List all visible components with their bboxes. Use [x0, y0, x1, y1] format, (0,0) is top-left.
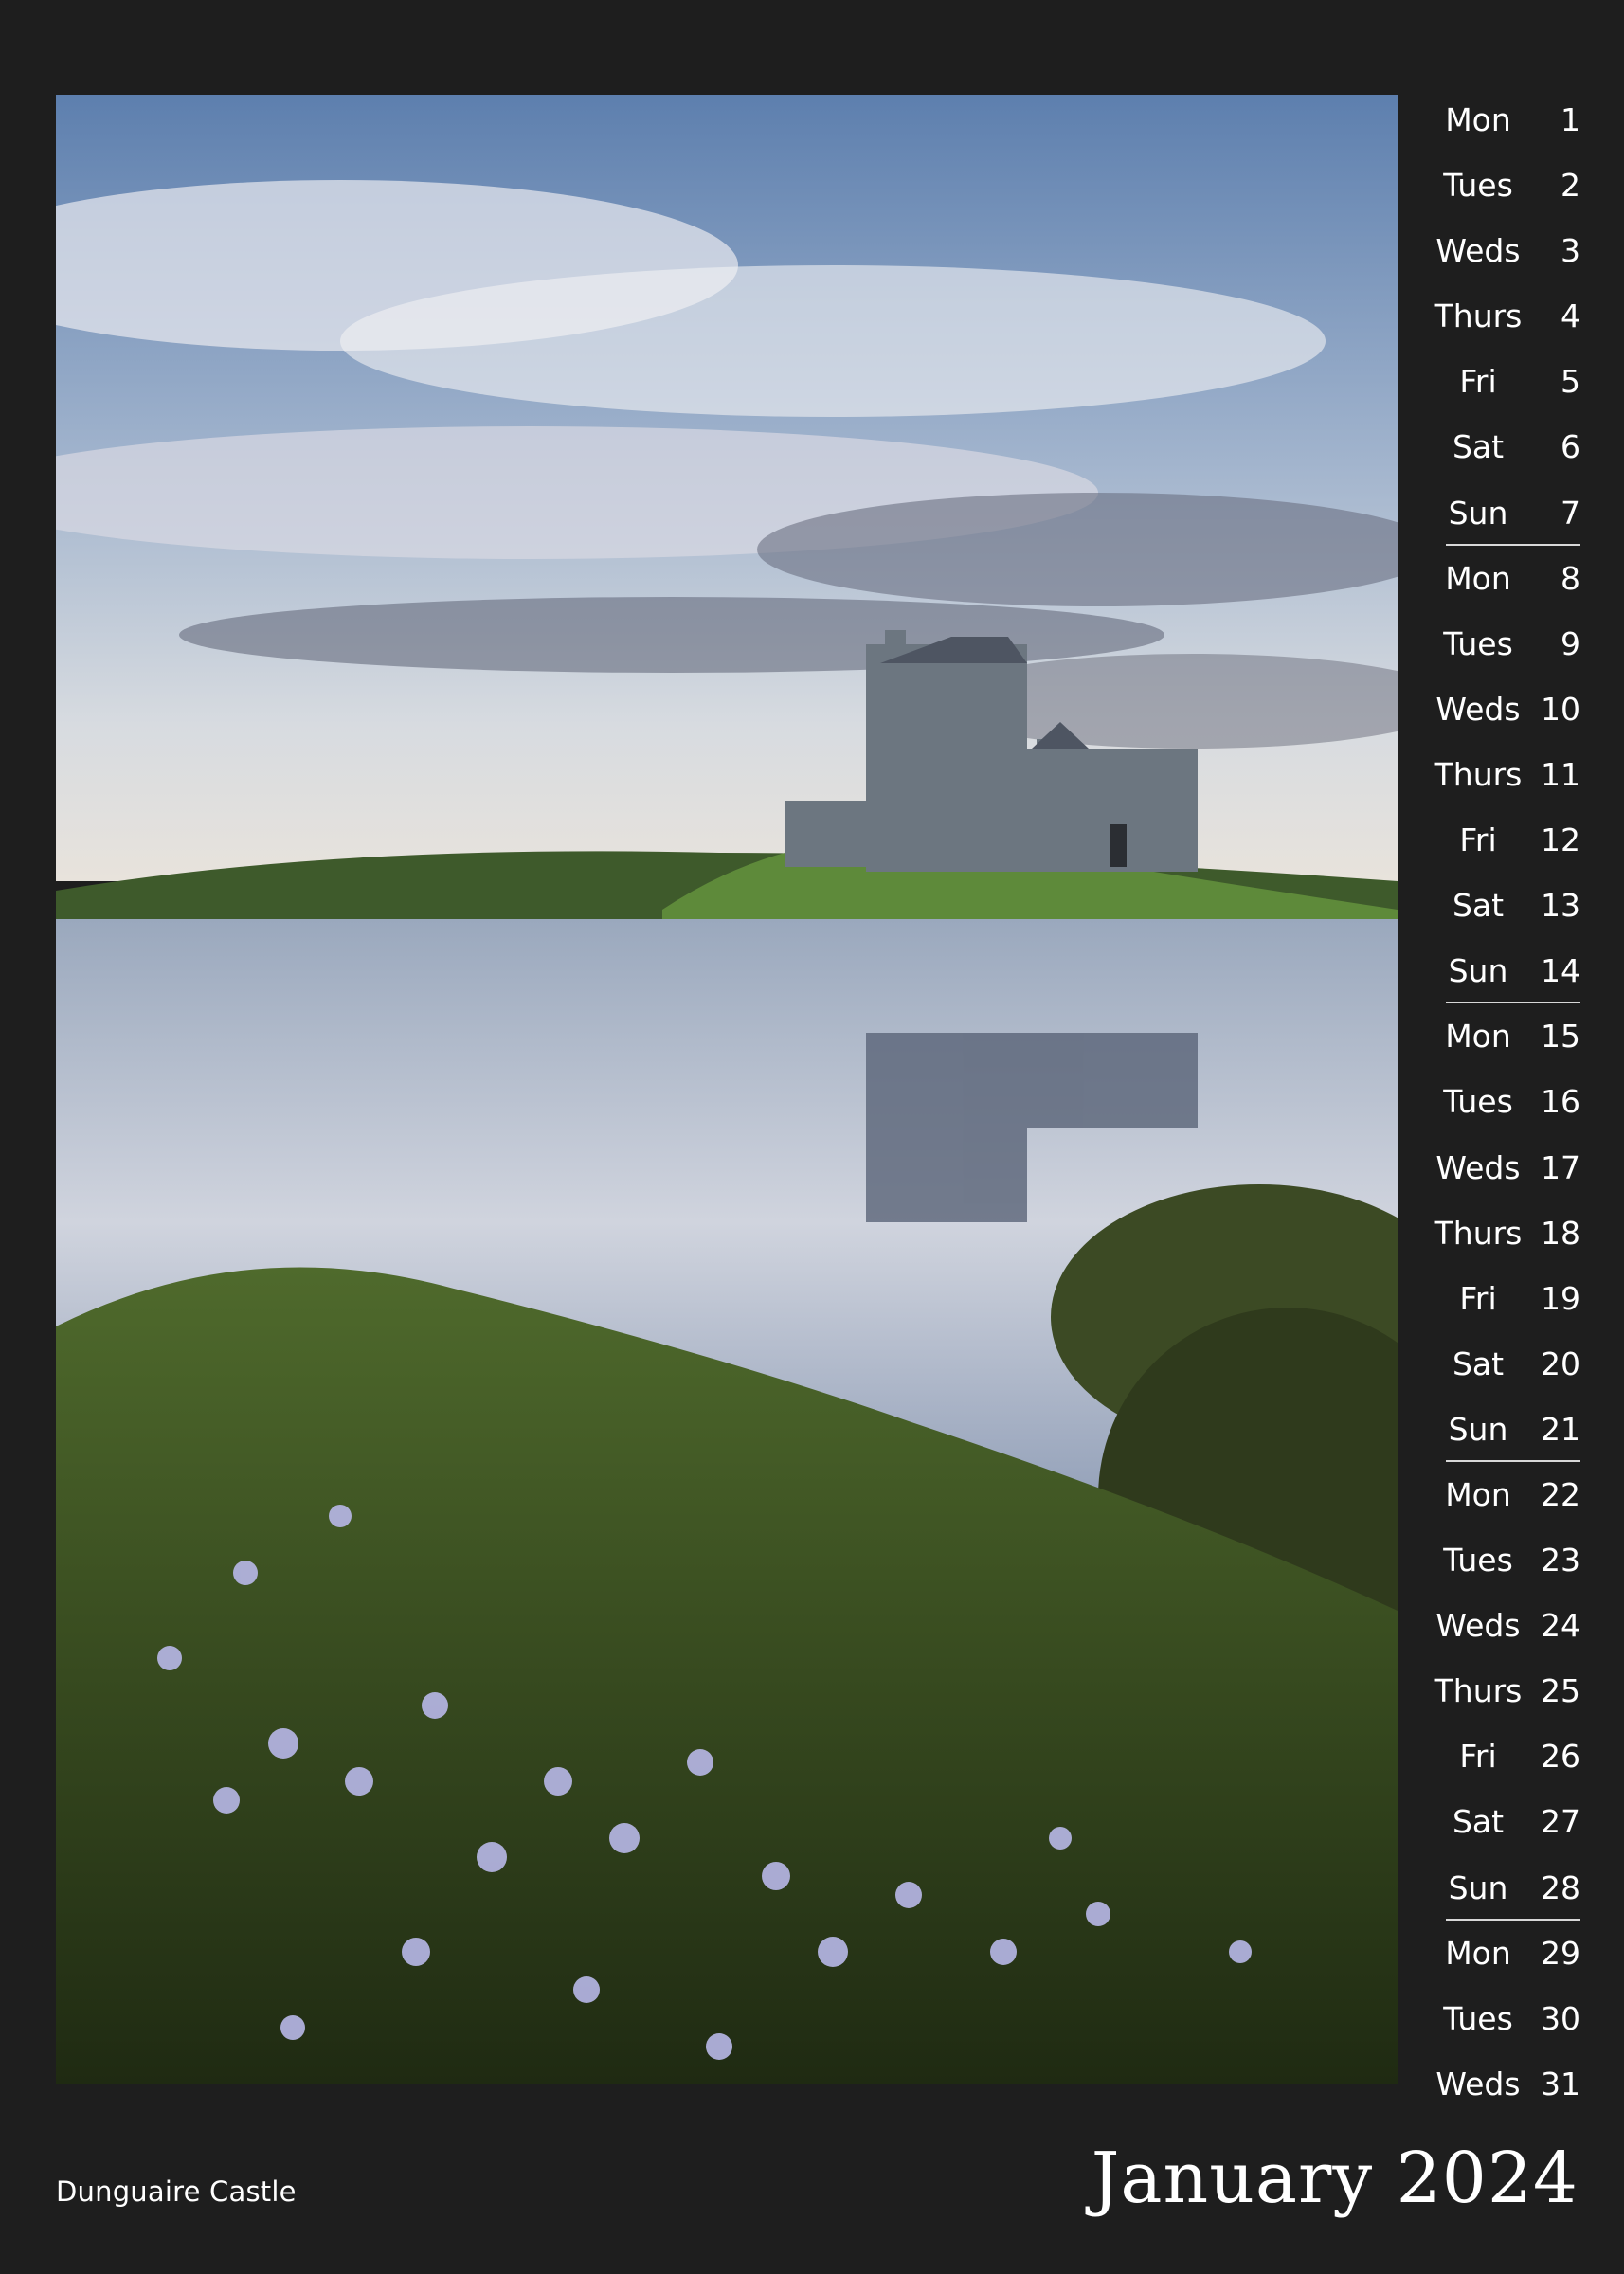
day-row: Weds 3	[1402, 218, 1624, 283]
date-number: 14	[1541, 952, 1580, 990]
date-number: 29	[1541, 1934, 1580, 1972]
day-row: Tues 23	[1402, 1527, 1624, 1593]
date-number: 16	[1541, 1083, 1580, 1121]
day-row: Sun 14	[1402, 938, 1624, 1004]
weekday-label: Sat	[1452, 1803, 1505, 1841]
day-row: Sat 27	[1402, 1789, 1624, 1854]
date-number: 11	[1541, 755, 1580, 793]
day-row: Sat 13	[1402, 873, 1624, 938]
weekday-label: Thurs	[1434, 298, 1523, 335]
weekday-label: Fri	[1459, 1738, 1497, 1776]
weekday-label: Weds	[1435, 1607, 1521, 1645]
date-number: 8	[1561, 559, 1580, 597]
weekday-label: Thurs	[1434, 755, 1523, 793]
date-number: 12	[1541, 821, 1580, 859]
weekday-label: Sun	[1448, 1410, 1508, 1448]
day-row: Weds 17	[1402, 1135, 1624, 1200]
day-row: Thurs 4	[1402, 283, 1624, 349]
weekday-label: Sat	[1452, 887, 1505, 925]
weekday-label: Tues	[1443, 624, 1513, 662]
day-row: Fri 12	[1402, 807, 1624, 873]
date-number: 15	[1541, 1018, 1580, 1056]
date-number: 19	[1541, 1279, 1580, 1317]
date-number: 10	[1541, 690, 1580, 728]
weekday-label: Weds	[1435, 1148, 1521, 1186]
date-number: 2	[1561, 167, 1580, 205]
weekday-label: Weds	[1435, 690, 1521, 728]
weekday-label: Fri	[1459, 1279, 1497, 1317]
day-row: Mon 1	[1402, 87, 1624, 153]
date-number: 25	[1541, 1672, 1580, 1710]
day-list: Mon 1 Tues 2 Weds 3 Thurs 4 Fri 5 Sat 6 Sun 7 Mon 8 Tues…	[1402, 87, 1624, 2117]
date-number: 5	[1561, 363, 1580, 401]
date-number: 30	[1541, 1999, 1580, 2037]
day-row: Tues 2	[1402, 153, 1624, 218]
date-number: 31	[1541, 2065, 1580, 2103]
date-number: 23	[1541, 1542, 1580, 1579]
day-row: Fri 26	[1402, 1724, 1624, 1789]
day-row: Tues 9	[1402, 611, 1624, 677]
weekday-label: Weds	[1435, 2065, 1521, 2103]
weekday-label: Fri	[1459, 363, 1497, 401]
weekday-label: Mon	[1445, 559, 1511, 597]
date-number: 6	[1561, 428, 1580, 466]
weekday-label: Tues	[1443, 1542, 1513, 1579]
weekday-label: Sun	[1448, 1868, 1508, 1906]
weekday-label: Tues	[1443, 1083, 1513, 1121]
weekday-label: Sun	[1448, 494, 1508, 532]
weekday-label: Sat	[1452, 1345, 1505, 1382]
date-number: 9	[1561, 624, 1580, 662]
day-row: Sun 28	[1402, 1855, 1624, 1921]
day-row: Weds 10	[1402, 677, 1624, 742]
day-row: Fri 19	[1402, 1266, 1624, 1331]
day-row: Mon 15	[1402, 1003, 1624, 1069]
date-number: 18	[1541, 1214, 1580, 1252]
weekday-label: Mon	[1445, 101, 1511, 138]
day-row: Sun 7	[1402, 480, 1624, 546]
day-row: Mon 29	[1402, 1921, 1624, 1986]
date-number: 27	[1541, 1803, 1580, 1841]
day-row: Thurs 18	[1402, 1200, 1624, 1266]
day-row: Thurs 25	[1402, 1658, 1624, 1724]
date-number: 21	[1541, 1410, 1580, 1448]
date-number: 13	[1541, 887, 1580, 925]
day-row: Sat 6	[1402, 414, 1624, 479]
weekday-label: Mon	[1445, 1934, 1511, 1972]
month-title: January 2024	[1091, 2138, 1579, 2219]
date-number: 1	[1561, 101, 1580, 138]
weekday-label: Thurs	[1434, 1214, 1523, 1252]
weekday-label: Sun	[1448, 952, 1508, 990]
date-number: 24	[1541, 1607, 1580, 1645]
day-row: Weds 31	[1402, 2051, 1624, 2117]
day-row: Mon 8	[1402, 546, 1624, 611]
weekday-label: Tues	[1443, 167, 1513, 205]
date-number: 7	[1561, 494, 1580, 532]
day-row: Thurs 11	[1402, 742, 1624, 807]
day-row: Fri 5	[1402, 349, 1624, 414]
day-row: Weds 24	[1402, 1593, 1624, 1658]
day-row: Sun 21	[1402, 1397, 1624, 1463]
date-number: 20	[1541, 1345, 1580, 1382]
day-row: Sat 20	[1402, 1331, 1624, 1397]
photo-caption: Dunguaire Castle	[56, 2175, 297, 2208]
weekday-label: Mon	[1445, 1475, 1511, 1513]
day-row: Tues 30	[1402, 1986, 1624, 2051]
weekday-label: Sat	[1452, 428, 1505, 466]
weekday-label: Thurs	[1434, 1672, 1523, 1710]
date-number: 4	[1561, 298, 1580, 335]
date-number: 22	[1541, 1475, 1580, 1513]
day-row: Mon 22	[1402, 1462, 1624, 1527]
weekday-label: Mon	[1445, 1018, 1511, 1056]
weekday-label: Fri	[1459, 821, 1497, 859]
date-number: 26	[1541, 1738, 1580, 1776]
day-row: Tues 16	[1402, 1069, 1624, 1134]
date-number: 28	[1541, 1868, 1580, 1906]
weekday-label: Tues	[1443, 1999, 1513, 2037]
date-number: 3	[1561, 232, 1580, 270]
weekday-label: Weds	[1435, 232, 1521, 270]
date-number: 17	[1541, 1148, 1580, 1186]
landscape-photo	[56, 95, 1398, 2084]
